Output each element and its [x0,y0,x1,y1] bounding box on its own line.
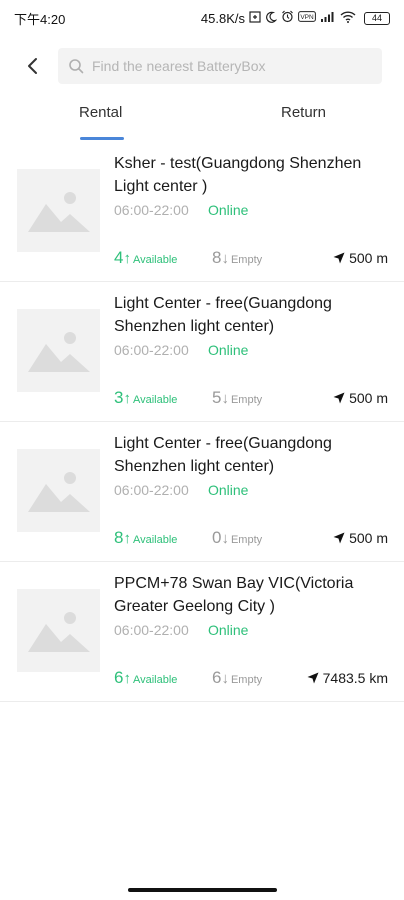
alarm-icon [281,10,294,26]
available-stat: 4 ↑ Available [114,248,177,268]
battery-icon: 44 [364,11,390,25]
station-distance: 500 m [333,390,388,406]
navigation-arrow-icon [333,392,345,404]
station-list-item[interactable]: Ksher - test(Guangdong Shenzhen Light ce… [0,142,404,282]
empty-stat: 0 ↓ Empty [212,528,262,548]
station-title: Ksher - test(Guangdong Shenzhen Light ce… [114,155,362,195]
station-hours: 06:00-22:00 [114,202,189,218]
status-bar: 下午4:20 45.8K/s VPN 44 [0,0,404,36]
arrow-down-icon: ↓ [221,390,229,407]
arrow-up-icon: ↑ [123,530,131,547]
distance-value: 500 m [349,530,388,546]
empty-label: Empty [230,674,263,686]
available-count: 8 [114,528,124,547]
header [0,46,404,86]
available-count: 6 [114,668,124,687]
available-stat: 6 ↑ Available [114,668,177,688]
empty-count: 0 [212,528,222,547]
empty-count: 8 [212,248,222,267]
navigation-arrow-icon [333,252,345,264]
available-stat: 3 ↑ Available [114,388,177,408]
arrow-up-icon: ↑ [123,390,131,407]
tab-return[interactable]: Return [281,104,326,144]
back-button[interactable] [18,52,46,80]
image-placeholder-icon [27,470,90,512]
station-status: Online [208,622,249,638]
available-label: Available [132,534,178,546]
available-label: Available [132,254,178,266]
empty-stat: 5 ↓ Empty [212,388,262,408]
image-placeholder-icon [27,610,90,652]
data-saver-icon [249,10,261,26]
empty-label: Empty [230,394,263,406]
station-thumbnail [17,169,100,252]
vpn-icon: VPN [298,11,316,25]
arrow-up-icon: ↑ [123,250,131,267]
station-status: Online [208,482,249,498]
empty-count: 6 [212,668,222,687]
navigation-arrow-icon [333,532,345,544]
moon-icon [265,11,278,26]
empty-count: 5 [212,388,222,407]
image-placeholder-icon [27,190,90,232]
empty-stat: 8 ↓ Empty [212,248,262,268]
station-list-item[interactable]: Light Center - free(Guangdong Shenzhen l… [0,282,404,422]
station-title: PPCM+78 Swan Bay VIC(Victoria Greater Ge… [114,575,354,615]
station-distance: 500 m [333,530,388,546]
station-status: Online [208,342,249,358]
station-hours: 06:00-22:00 [114,622,189,638]
station-title: Light Center - free(Guangdong Shenzhen l… [114,295,332,335]
empty-label: Empty [230,534,263,546]
network-speed: 45.8K/s [200,10,245,26]
station-list-item[interactable]: Light Center - free(Guangdong Shenzhen l… [0,422,404,562]
station-distance: 7483.5 km [307,670,388,686]
station-status: Online [208,202,249,218]
arrow-down-icon: ↓ [221,670,229,687]
available-stat: 8 ↑ Available [114,528,177,548]
available-label: Available [132,674,178,686]
navigation-arrow-icon [307,672,319,684]
empty-stat: 6 ↓ Empty [212,668,262,688]
arrow-down-icon: ↓ [221,250,229,267]
station-distance: 500 m [333,250,388,266]
arrow-down-icon: ↓ [221,530,229,547]
available-count: 4 [114,248,124,267]
station-hours: 06:00-22:00 [114,482,189,498]
distance-value: 500 m [349,390,388,406]
status-time: 下午4:20 [14,11,66,27]
station-thumbnail [17,309,100,392]
search-icon [68,58,84,74]
tab-bar: Rental Return [0,104,404,144]
search-bar[interactable] [58,48,382,84]
chevron-left-icon [26,57,38,75]
station-title: Light Center - free(Guangdong Shenzhen l… [114,435,332,475]
station-thumbnail [17,449,100,532]
status-icons: 45.8K/s VPN 44 [201,10,390,26]
station-list-item[interactable]: PPCM+78 Swan Bay VIC(Victoria Greater Ge… [0,562,404,702]
search-input[interactable] [92,58,362,74]
distance-value: 500 m [349,250,388,266]
image-placeholder-icon [27,330,90,372]
arrow-up-icon: ↑ [123,670,131,687]
svg-text:VPN: VPN [300,14,314,21]
station-list: Ksher - test(Guangdong Shenzhen Light ce… [0,142,404,702]
wifi-icon [340,10,356,26]
station-thumbnail [17,589,100,672]
distance-value: 7483.5 km [322,670,388,686]
signal-icon [320,11,336,26]
active-tab-indicator [80,137,124,140]
home-indicator[interactable] [128,888,277,892]
available-label: Available [132,394,178,406]
station-hours: 06:00-22:00 [114,342,189,358]
available-count: 3 [114,388,124,407]
empty-label: Empty [230,254,263,266]
